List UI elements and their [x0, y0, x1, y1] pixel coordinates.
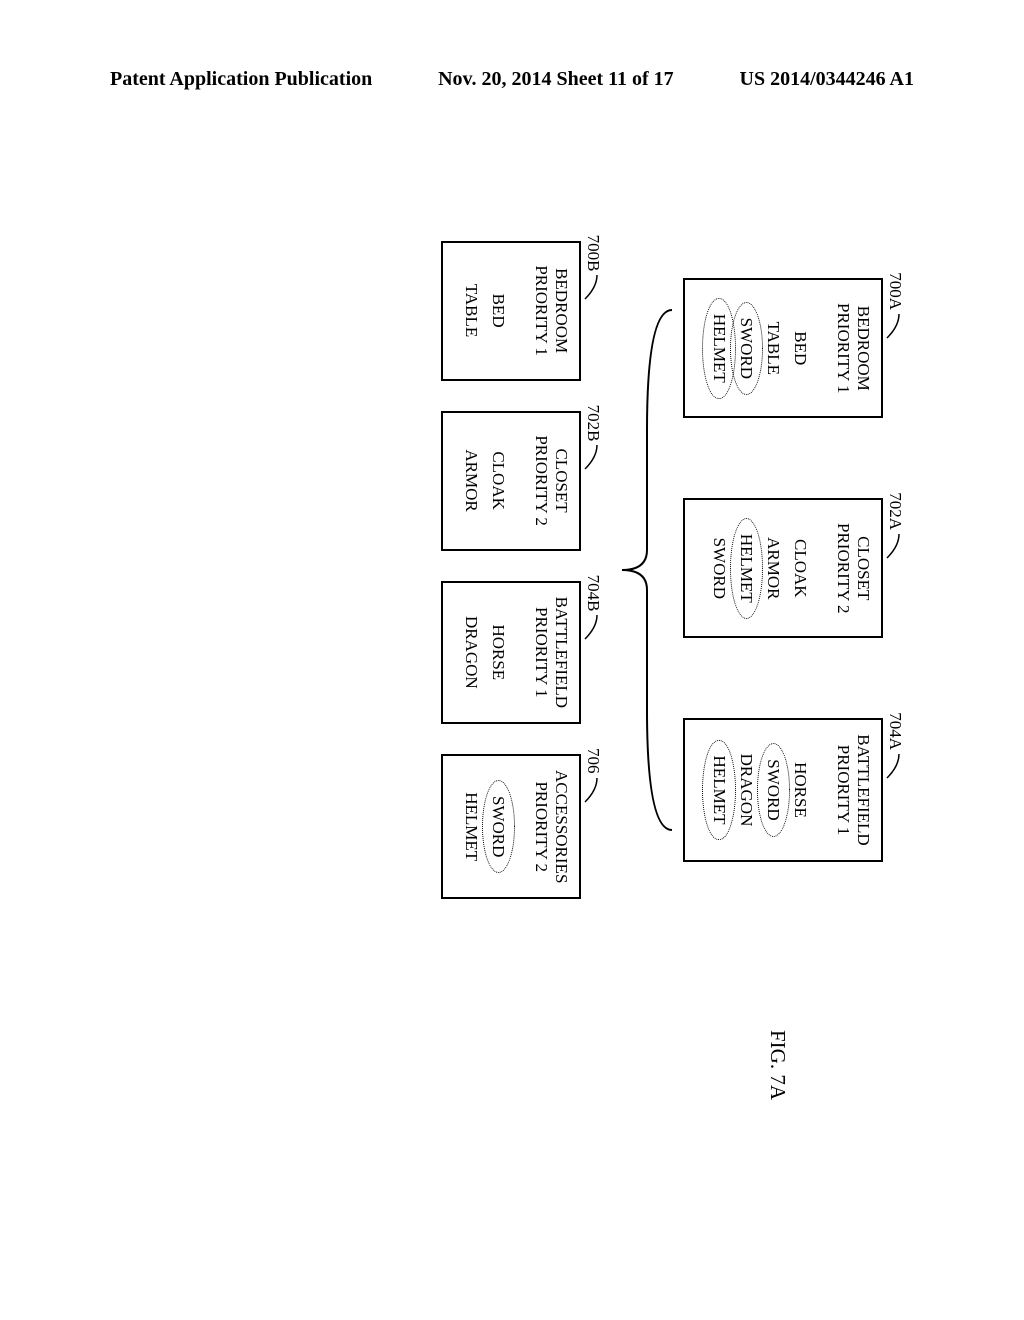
- box-title: BATTLEFIELD PRIORITY 1: [832, 734, 873, 845]
- list-item: ARMOR: [458, 443, 485, 517]
- ref-label-700b: 700B: [583, 235, 603, 302]
- box-702a-group: 702A CLOSET PRIORITY 2 CLOAK ARMOR HELME…: [683, 498, 905, 638]
- list-item: CLOAK: [787, 533, 814, 604]
- title-line1: CLOSET: [552, 448, 571, 512]
- title-line1: BATTLEFIELD: [854, 734, 873, 845]
- title-line1: BEDROOM: [854, 306, 873, 391]
- box-title: BEDROOM PRIORITY 1: [832, 294, 873, 402]
- box-704b: BATTLEFIELD PRIORITY 1 HORSE DRAGON: [441, 581, 581, 724]
- leader-line-icon: [583, 273, 599, 301]
- ref-text: 704B: [583, 575, 603, 612]
- box-title: ACCESSORIES PRIORITY 2: [530, 770, 571, 883]
- title-line2: PRIORITY 2: [834, 523, 853, 614]
- ref-text: 702B: [583, 405, 603, 442]
- box-704a-group: 704A BATTLEFIELD PRIORITY 1 HORSE SWORD …: [683, 718, 905, 861]
- list-item: TABLE: [760, 316, 787, 381]
- leader-line-icon: [583, 776, 599, 804]
- ref-text: 706: [583, 748, 603, 774]
- item-list: CLOAK ARMOR HELMET SWORD: [705, 514, 814, 622]
- ref-label-702b: 702B: [583, 405, 603, 472]
- bottom-row: 700B BEDROOM PRIORITY 1 BED TABLE 702B: [441, 215, 603, 925]
- ref-text: 702A: [885, 492, 905, 530]
- ref-text: 704A: [885, 712, 905, 750]
- header-right: US 2014/0344246 A1: [740, 68, 914, 91]
- box-title: CLOSET PRIORITY 2: [832, 514, 873, 622]
- item-list: BED TABLE: [458, 257, 512, 365]
- item-list: HORSE DRAGON: [458, 597, 512, 708]
- list-item: HORSE: [787, 756, 814, 824]
- box-706-group: 706 ACCESSORIES PRIORITY 2 SWORD HELMET: [441, 754, 603, 899]
- title-line1: BATTLEFIELD: [552, 597, 571, 708]
- list-item: HELMET: [458, 786, 485, 867]
- title-line2: PRIORITY 1: [834, 745, 853, 836]
- item-list: SWORD HELMET: [458, 770, 512, 883]
- box-title: CLOSET PRIORITY 2: [530, 427, 571, 535]
- ref-label-704b: 704B: [583, 575, 603, 642]
- title-line1: CLOSET: [854, 536, 873, 600]
- item-list: BED TABLE SWORD HELMET: [705, 294, 814, 402]
- title-line2: PRIORITY 2: [532, 781, 551, 872]
- page-header: Patent Application Publication Nov. 20, …: [0, 68, 1024, 91]
- box-700b: BEDROOM PRIORITY 1 BED TABLE: [441, 241, 581, 381]
- title-line2: PRIORITY 1: [532, 607, 551, 698]
- list-item: DRAGON: [733, 748, 760, 833]
- list-item-circled: SWORD: [485, 788, 512, 865]
- box-title: BATTLEFIELD PRIORITY 1: [530, 597, 571, 708]
- leader-line-icon: [885, 532, 901, 560]
- box-706: ACCESSORIES PRIORITY 2 SWORD HELMET: [441, 754, 581, 899]
- list-item-circled: HELMET: [733, 526, 760, 611]
- item-list: CLOAK ARMOR: [458, 427, 512, 535]
- list-item: BED: [485, 288, 512, 334]
- list-item: SWORD: [705, 532, 732, 605]
- title-line2: PRIORITY 1: [834, 303, 853, 394]
- list-item: HORSE: [485, 618, 512, 686]
- leader-line-icon: [885, 312, 901, 340]
- header-left: Patent Application Publication: [110, 68, 372, 91]
- top-row: 700A BEDROOM PRIORITY 1 BED TABLE SWORD …: [683, 215, 905, 925]
- ref-label-702a: 702A: [885, 492, 905, 560]
- ref-text: 700B: [583, 235, 603, 272]
- ref-label-700a: 700A: [885, 272, 905, 340]
- figure-caption: FIG. 7A: [765, 1030, 790, 1100]
- header-middle: Nov. 20, 2014 Sheet 11 of 17: [438, 68, 674, 91]
- box-title: BEDROOM PRIORITY 1: [530, 257, 571, 365]
- box-700a-group: 700A BEDROOM PRIORITY 1 BED TABLE SWORD …: [683, 278, 905, 418]
- list-item-circled: SWORD: [760, 751, 787, 828]
- title-line1: BEDROOM: [552, 268, 571, 353]
- list-item-circled: SWORD: [733, 310, 760, 387]
- leader-line-icon: [583, 613, 599, 641]
- box-700b-group: 700B BEDROOM PRIORITY 1 BED TABLE: [441, 241, 603, 381]
- title-line2: PRIORITY 2: [532, 435, 551, 526]
- box-702b-group: 702B CLOSET PRIORITY 2 CLOAK ARMOR: [441, 411, 603, 551]
- list-item: ARMOR: [760, 531, 787, 605]
- figure-7a: 700A BEDROOM PRIORITY 1 BED TABLE SWORD …: [85, 215, 905, 925]
- title-line1: ACCESSORIES: [552, 770, 571, 883]
- ref-text: 700A: [885, 272, 905, 310]
- box-704a: BATTLEFIELD PRIORITY 1 HORSE SWORD DRAGO…: [683, 718, 883, 861]
- item-list: HORSE SWORD DRAGON HELMET: [705, 734, 814, 845]
- list-item: BED: [787, 325, 814, 371]
- box-704b-group: 704B BATTLEFIELD PRIORITY 1 HORSE DRAGON: [441, 581, 603, 724]
- box-702a: CLOSET PRIORITY 2 CLOAK ARMOR HELMET SWO…: [683, 498, 883, 638]
- list-item-circled: HELMET: [705, 748, 732, 833]
- list-item: TABLE: [458, 278, 485, 343]
- ref-label-704a: 704A: [885, 712, 905, 780]
- list-item-circled: HELMET: [705, 306, 732, 391]
- list-item: DRAGON: [458, 610, 485, 695]
- leader-line-icon: [583, 443, 599, 471]
- box-702b: CLOSET PRIORITY 2 CLOAK ARMOR: [441, 411, 581, 551]
- title-line2: PRIORITY 1: [532, 265, 551, 356]
- box-700a: BEDROOM PRIORITY 1 BED TABLE SWORD HELME…: [683, 278, 883, 418]
- ref-label-706: 706: [583, 748, 603, 804]
- leader-line-icon: [885, 752, 901, 780]
- curly-brace-icon: [617, 290, 677, 850]
- brace-row: [617, 215, 677, 925]
- list-item: CLOAK: [485, 445, 512, 516]
